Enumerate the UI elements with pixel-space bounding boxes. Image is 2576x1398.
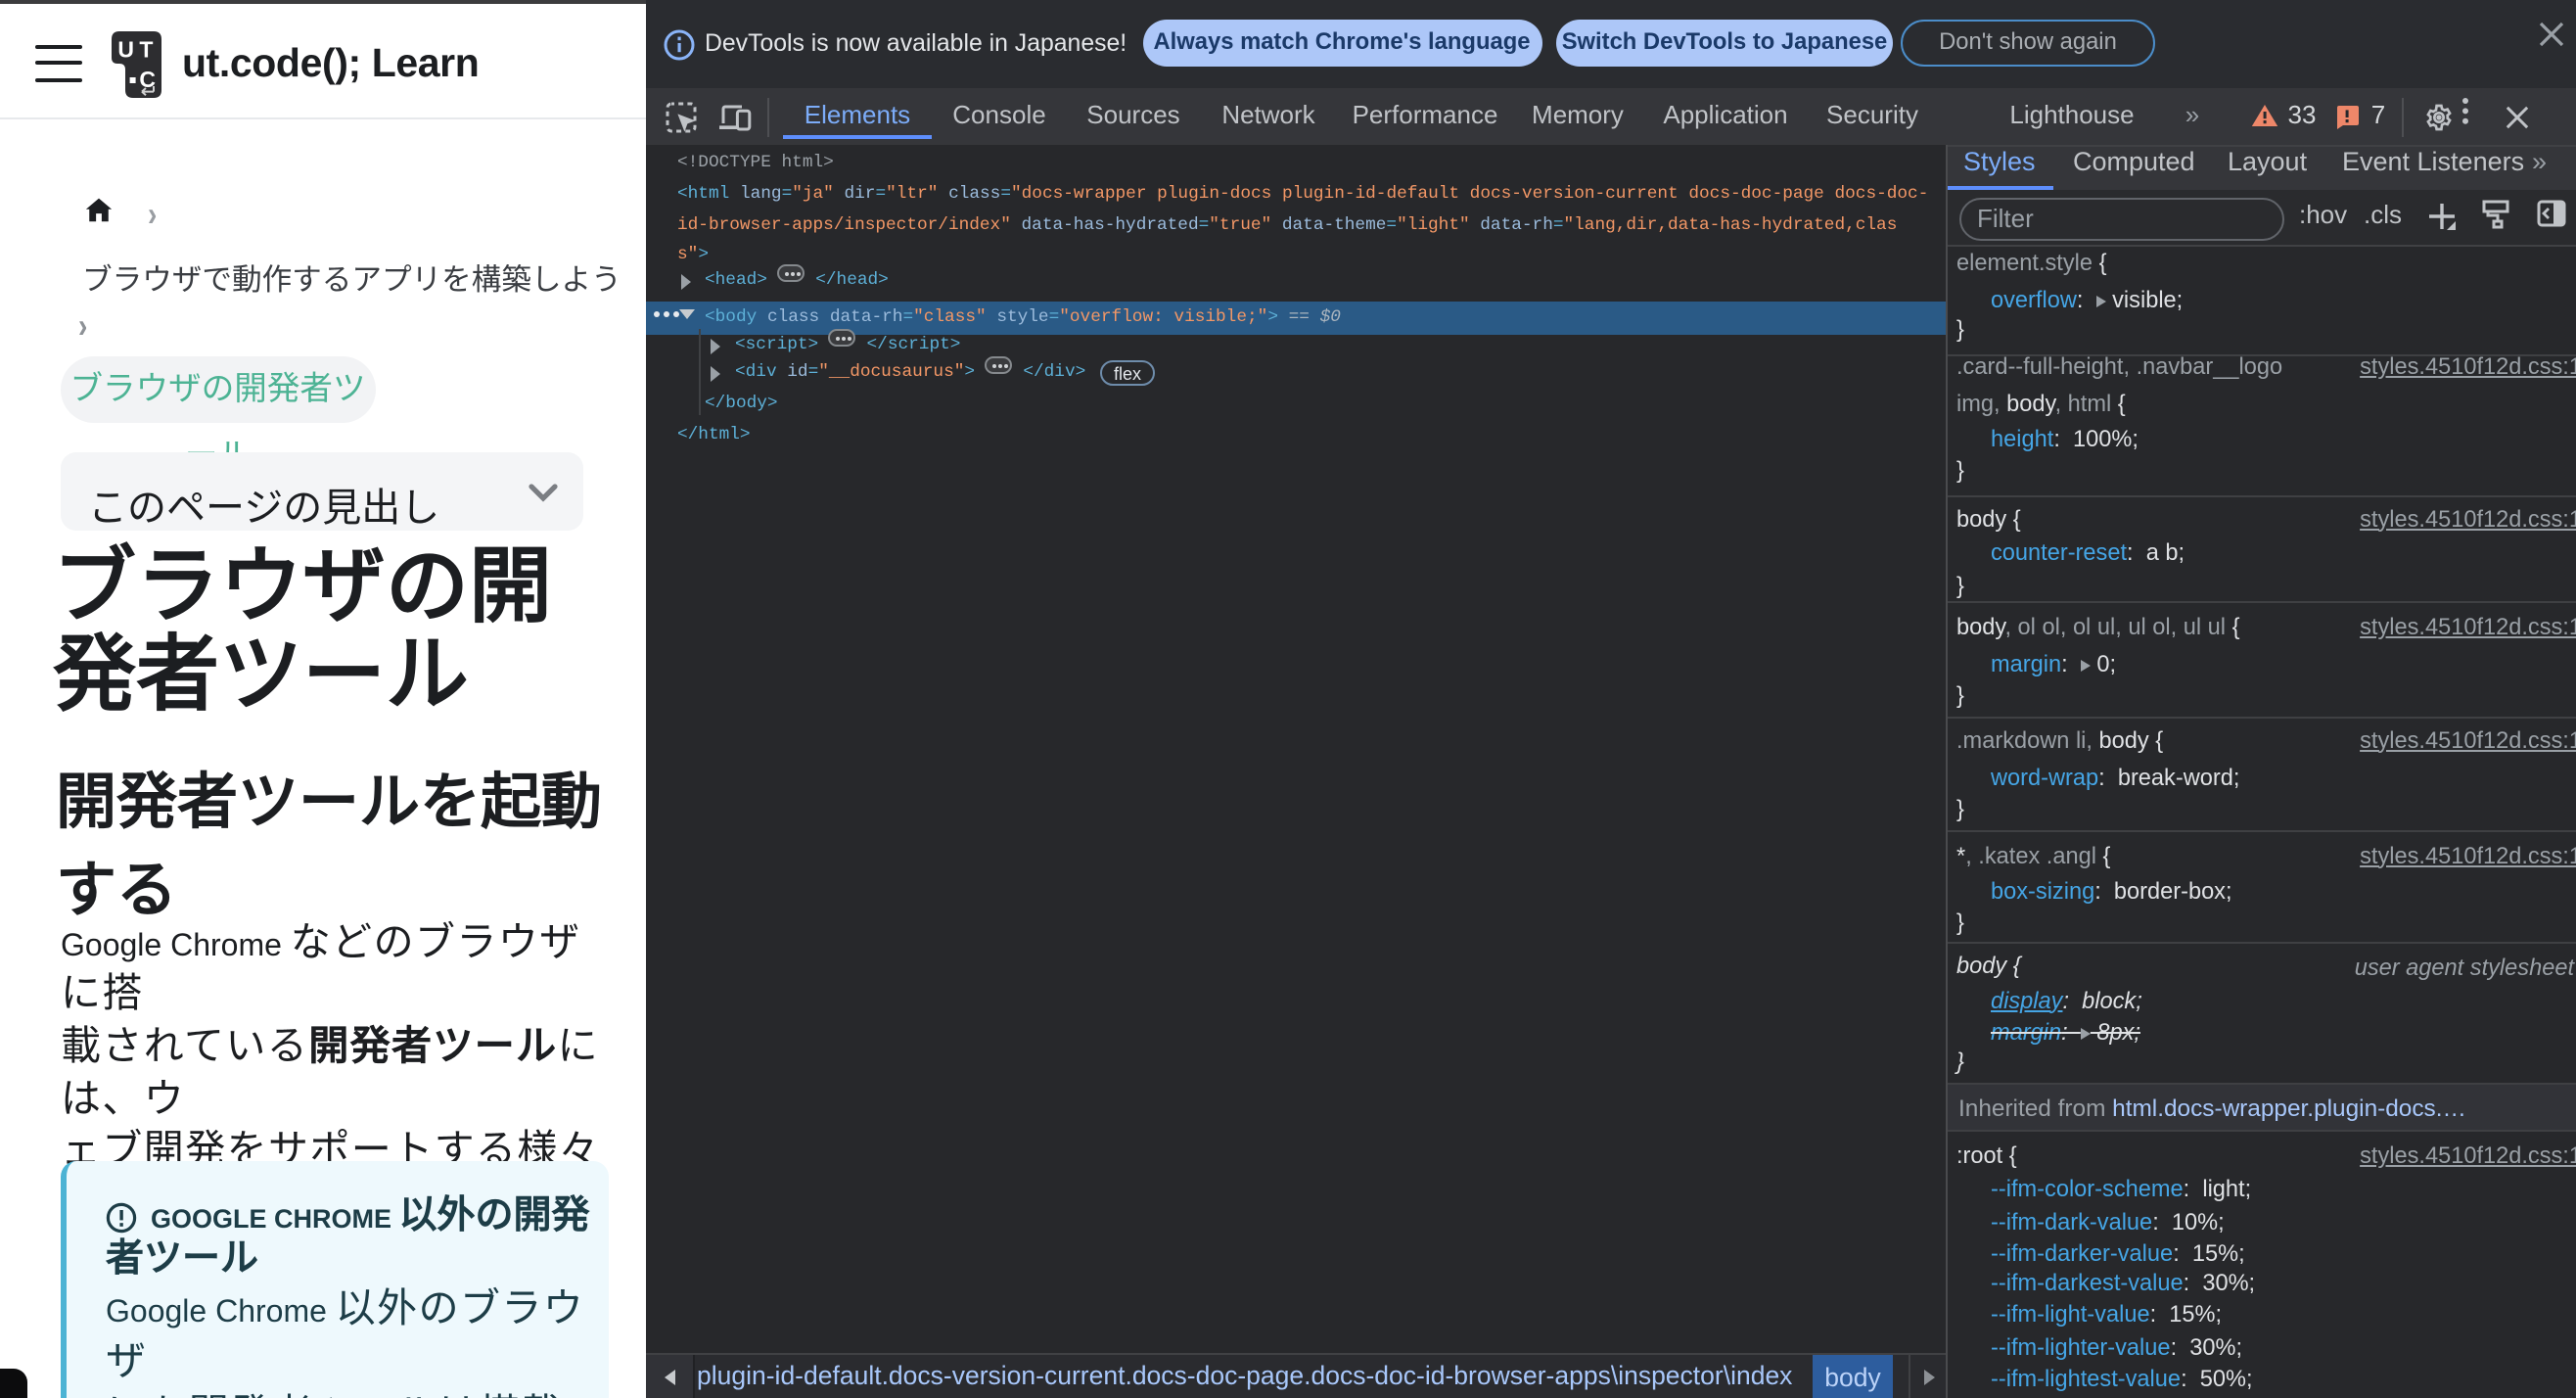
svg-text:U: U bbox=[116, 36, 133, 62]
svg-text:T: T bbox=[138, 36, 152, 62]
